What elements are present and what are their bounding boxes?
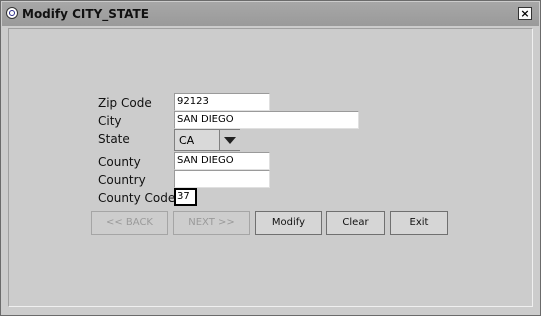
state-select[interactable]: CA (174, 129, 240, 151)
county-label: County (98, 155, 141, 169)
back-button[interactable]: << BACK (91, 211, 168, 235)
next-button[interactable]: NEXT >> (173, 211, 250, 235)
window-title: Modify CITY_STATE (22, 7, 149, 21)
country-label: Country (98, 173, 146, 187)
form-panel (8, 28, 533, 307)
app-icon (6, 7, 18, 19)
zip-code-input[interactable]: 92123 (174, 93, 270, 111)
modify-button[interactable]: Modify (255, 211, 322, 235)
county-code-input[interactable]: 37 (174, 188, 197, 206)
title-bar[interactable]: Modify CITY_STATE × (2, 2, 539, 26)
chevron-down-icon[interactable] (219, 130, 240, 150)
city-label: City (98, 114, 122, 128)
dialog-window: Modify CITY_STATE × Zip Code 92123 City … (0, 0, 541, 316)
exit-button[interactable]: Exit (390, 211, 448, 235)
country-input[interactable] (174, 170, 270, 188)
zip-code-label: Zip Code (98, 96, 152, 110)
state-select-value: CA (179, 134, 195, 147)
clear-button[interactable]: Clear (326, 211, 385, 235)
county-code-label: County Code (98, 191, 176, 205)
city-input[interactable]: SAN DIEGO (174, 111, 359, 129)
county-input[interactable]: SAN DIEGO (174, 152, 270, 170)
close-button[interactable]: × (518, 7, 532, 20)
state-label: State (98, 132, 130, 146)
